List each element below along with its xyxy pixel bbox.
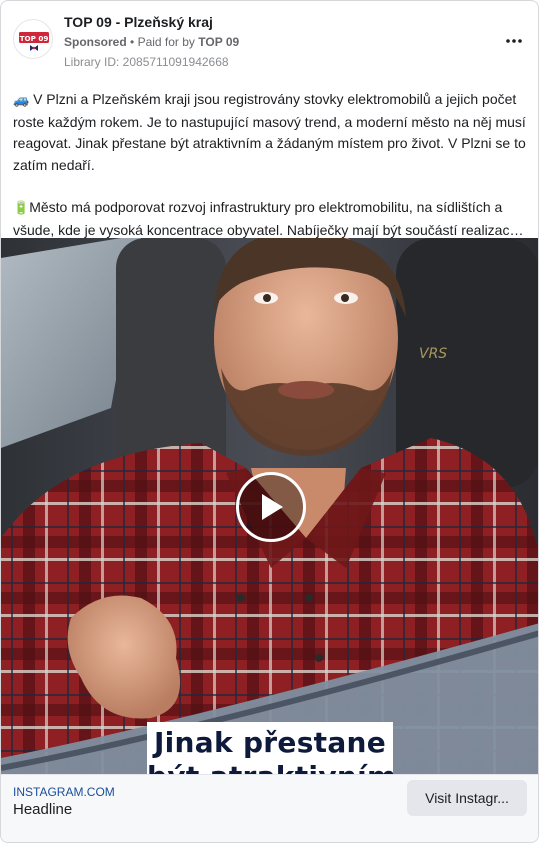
link-domain[interactable]: INSTAGRAM.COM bbox=[13, 785, 115, 799]
ad-body-text: 🚙 V Plzni a Plzeňském kraji jsou registr… bbox=[13, 89, 528, 241]
ad-header: TOP 09 TOP 09 - Plzeňský kraj Sponsored … bbox=[13, 13, 528, 73]
page-avatar[interactable]: TOP 09 bbox=[13, 19, 53, 59]
sponsored-label: Sponsored bbox=[64, 35, 127, 49]
top09-logo-icon: TOP 09 bbox=[19, 32, 49, 51]
logo-text: TOP 09 bbox=[20, 34, 49, 43]
video-caption: Jinak přestane být atraktivním bbox=[147, 722, 393, 774]
paragraph-2-text: Město má podporovat rozvoj infrastruktur… bbox=[13, 199, 518, 238]
paid-for-prefix: Paid for by bbox=[137, 35, 195, 49]
separator-dot: • bbox=[130, 35, 135, 49]
visit-instagram-button[interactable]: Visit Instagr... bbox=[407, 780, 527, 816]
body-paragraph-2: 🔋Město má podporovat rozvoj infrastruktu… bbox=[13, 197, 528, 241]
play-button[interactable] bbox=[236, 472, 306, 542]
paid-for-by: TOP 09 bbox=[198, 35, 240, 49]
play-icon bbox=[262, 494, 283, 520]
link-footer[interactable]: INSTAGRAM.COM Headline Visit Instagr... bbox=[1, 774, 538, 842]
paragraph-1-text: V Plzni a Plzeňském kraji jsou registrov… bbox=[13, 91, 526, 173]
ad-card: TOP 09 TOP 09 - Plzeňský kraj Sponsored … bbox=[0, 0, 539, 843]
battery-emoji-icon: 🔋 bbox=[13, 201, 30, 216]
link-headline[interactable]: Headline bbox=[13, 801, 72, 818]
more-horizontal-icon bbox=[506, 39, 522, 43]
caption-line-1: Jinak přestane bbox=[153, 726, 387, 759]
page-name[interactable]: TOP 09 - Plzeňský kraj bbox=[64, 14, 213, 30]
more-options-button[interactable] bbox=[502, 31, 526, 51]
library-id: Library ID: 2085711091942668 bbox=[64, 55, 229, 69]
sponsored-line: Sponsored • Paid for by TOP 09 bbox=[64, 35, 239, 49]
video-media[interactable]: VRS Jinak přestane bbox=[1, 238, 538, 774]
caption-line-2: být atraktivním bbox=[147, 759, 393, 774]
svg-text:VRS: VRS bbox=[419, 346, 447, 362]
body-paragraph-1: 🚙 V Plzni a Plzeňském kraji jsou registr… bbox=[13, 89, 528, 176]
car-emoji-icon: 🚙 bbox=[13, 93, 30, 108]
